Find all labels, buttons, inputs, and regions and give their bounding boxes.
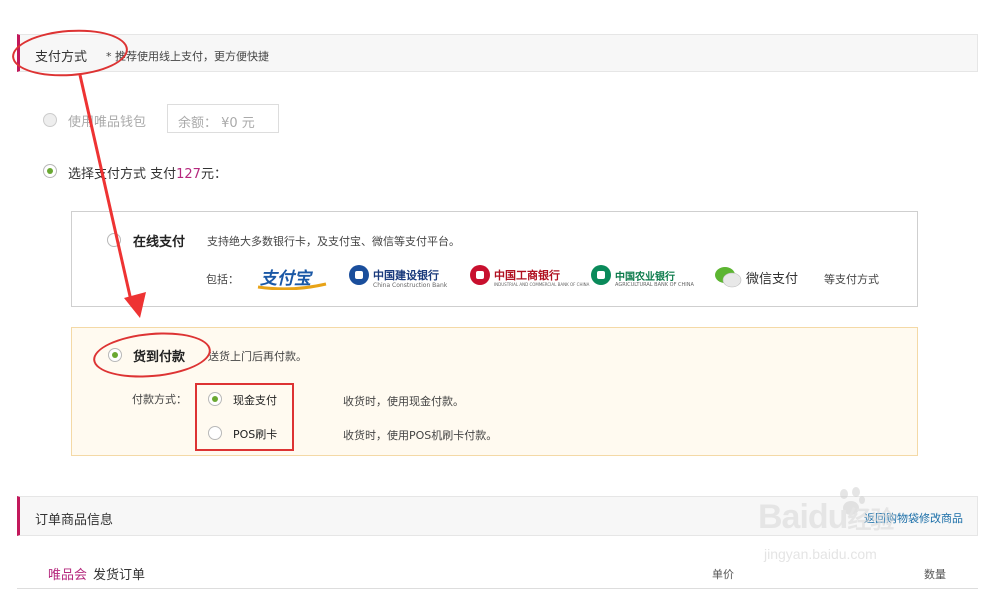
baidu-logo-suffix: 经验 (847, 507, 894, 534)
baidu-watermark: Baidu经验 jingyan.baidu.com (758, 486, 938, 576)
baidu-logo-word: Baidu (758, 498, 848, 536)
baidu-logo-text: Baidu经验 (758, 498, 894, 537)
baidu-url: jingyan.baidu.com (764, 546, 877, 562)
